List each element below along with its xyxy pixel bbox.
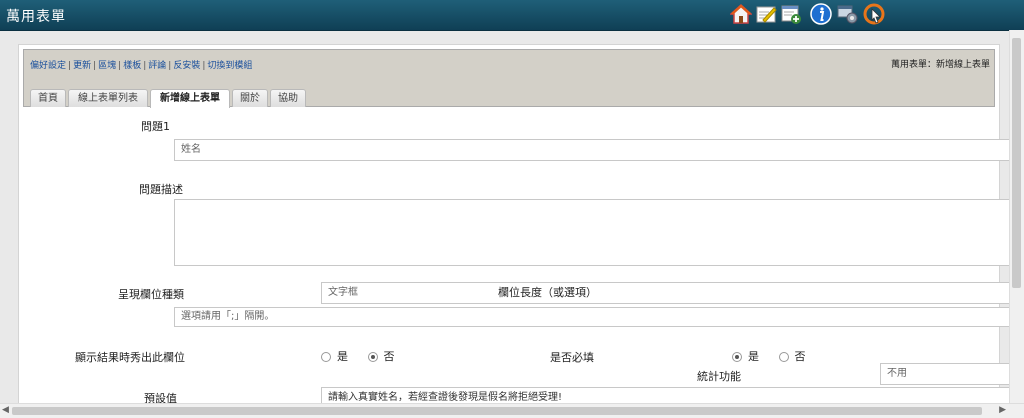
required-yes[interactable]: 是: [732, 350, 759, 363]
field-type-label: 呈現欄位種類: [118, 288, 184, 301]
field-type-select[interactable]: 文字框 欄位長度（或選項）: [321, 282, 1014, 304]
link-update[interactable]: 更新: [73, 61, 91, 71]
horizontal-scrollbar[interactable]: ◀ ▶: [0, 403, 1024, 418]
stats-label: 統計功能: [697, 370, 741, 383]
tab-help[interactable]: 協助: [270, 89, 306, 107]
logout-icon[interactable]: [863, 3, 885, 25]
options-input[interactable]: 選項請用「;」隔開。: [174, 307, 1014, 327]
question-label: 問題1: [141, 120, 170, 133]
module-header: 偏好設定 | 更新 | 區塊 | 樣板 | 評論 | 反安裝 | 切換到模組 萬用表單：新增線上表單 首…: [23, 49, 995, 108]
show-result-label: 顯示結果時秀出此欄位: [75, 351, 185, 364]
tab-form-list[interactable]: 線上表單列表: [68, 89, 148, 107]
vertical-scrollbar[interactable]: [1009, 30, 1024, 404]
tab-about[interactable]: 關於: [232, 89, 268, 107]
description-textarea[interactable]: [174, 199, 1014, 266]
link-comments[interactable]: 評論: [148, 61, 166, 71]
radio-yes[interactable]: [321, 352, 331, 362]
field-length-label: 欄位長度（或選項）: [498, 286, 597, 299]
tab-new-form[interactable]: 新增線上表單: [150, 89, 230, 108]
link-preferences[interactable]: 偏好設定: [30, 61, 66, 71]
stats-select[interactable]: 不用: [880, 363, 1014, 385]
home-icon[interactable]: [730, 3, 752, 25]
show-result-yes[interactable]: 是: [321, 350, 348, 363]
info-icon[interactable]: [810, 3, 832, 25]
radio-no[interactable]: [778, 352, 789, 362]
settings-icon[interactable]: [837, 3, 859, 25]
link-blocks[interactable]: 區塊: [98, 61, 116, 71]
show-result-no[interactable]: 否: [367, 350, 395, 363]
link-templates[interactable]: 樣板: [123, 61, 141, 71]
question-input[interactable]: 姓名: [174, 139, 1014, 161]
scroll-left-icon[interactable]: ◀: [2, 405, 9, 415]
scroll-right-icon[interactable]: ▶: [999, 405, 1006, 415]
show-result-radios: 是 否: [321, 348, 411, 364]
edit-icon[interactable]: [755, 3, 777, 25]
form-add-icon[interactable]: [780, 3, 802, 25]
required-no[interactable]: 否: [778, 350, 806, 363]
app-title: 萬用表單: [6, 9, 66, 25]
breadcrumb: 萬用表單：新增線上表單: [890, 60, 990, 70]
link-uninstall[interactable]: 反安裝: [173, 61, 200, 71]
tab-home[interactable]: 首頁: [30, 89, 66, 107]
scrollbar-thumb[interactable]: [1012, 38, 1021, 288]
link-switch-module[interactable]: 切換到模組: [207, 61, 252, 71]
title-bar: 萬用表單: [0, 0, 1024, 31]
required-radios: 是 否: [732, 348, 822, 364]
radio-no[interactable]: [367, 352, 378, 362]
content-panel: 偏好設定 | 更新 | 區塊 | 樣板 | 評論 | 反安裝 | 切換到模組 萬用表單：新增線上表單 首…: [18, 44, 1014, 412]
required-label: 是否必填: [550, 351, 594, 364]
field-type-value: 文字框: [328, 287, 358, 298]
admin-links: 偏好設定 | 更新 | 區塊 | 樣板 | 評論 | 反安裝 | 切換到模組: [30, 61, 253, 71]
radio-yes[interactable]: [732, 352, 742, 362]
scrollbar-thumb[interactable]: [12, 407, 982, 415]
description-label: 問題描述: [139, 183, 183, 196]
